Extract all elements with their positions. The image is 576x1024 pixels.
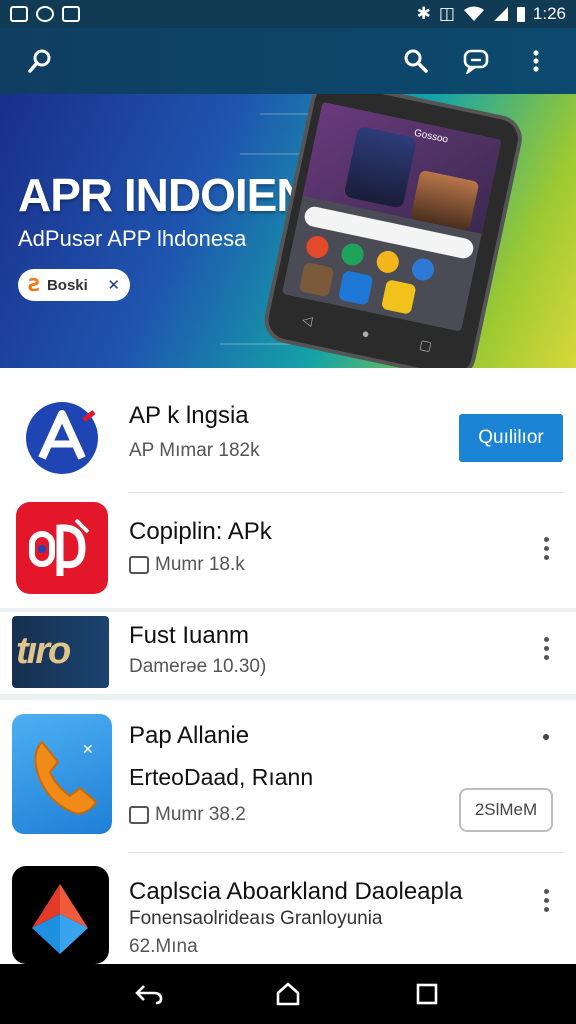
home-icon	[276, 982, 300, 1006]
app-list: AP k lngsia AP Mımar 182k Quılilıor Copi…	[0, 368, 576, 964]
chat-icon	[463, 49, 489, 74]
app-icon	[339, 241, 366, 268]
list-item[interactable]: ✕ Pap Allanie ErteoDaad, Rıann Mumr 38.2…	[0, 700, 576, 848]
more-vert-icon	[533, 50, 539, 72]
system-nav-bar	[0, 964, 576, 1024]
status-bar: ✱ ◫ 1:26	[0, 0, 576, 28]
app-title: Copiplin: APk	[129, 518, 272, 545]
app-meta: AP Mımar 182k	[129, 440, 260, 461]
list-item[interactable]: tıro Fust Iuanm Damerəe 10.30)	[0, 612, 576, 694]
app-title: AP k lngsia	[129, 402, 249, 429]
a-logo-icon	[14, 390, 110, 486]
phone-call-icon: ✕	[12, 714, 112, 834]
more-vert-icon[interactable]	[532, 526, 560, 570]
gallery-icon	[62, 6, 80, 22]
hero-pill-button[interactable]: Ꙅ Boski ✕	[18, 269, 130, 301]
divider	[128, 492, 564, 493]
back-button[interactable]	[125, 970, 173, 1018]
brand-icon: Ꙅ	[28, 274, 41, 295]
install-button[interactable]: Quılilıor	[459, 414, 563, 462]
divider	[128, 852, 564, 853]
arrow-logo-icon	[12, 866, 109, 964]
chat-button[interactable]	[454, 39, 498, 83]
app-meta: 62.Mına	[129, 936, 198, 957]
app-subtitle: Fonensaolrideaıs Granloyunia	[129, 908, 383, 929]
app-meta: Mumr 38.2	[155, 804, 246, 825]
download-icon	[129, 556, 149, 574]
back-icon	[135, 985, 163, 1005]
search-icon[interactable]	[18, 39, 62, 83]
hero-subtitle: AdPusər APP lhdonesa	[18, 226, 247, 251]
svg-text:✕: ✕	[82, 742, 94, 758]
recents-button[interactable]	[403, 970, 451, 1018]
hero-banner[interactable]: APR INDOIENSIA AdPusər APP lhdonesa Ꙅ Bo…	[0, 94, 576, 368]
app-icon	[374, 248, 401, 275]
more-options-button[interactable]	[514, 39, 558, 83]
app-icon	[409, 256, 437, 283]
notification-icon	[36, 6, 54, 22]
recents-icon: ▢	[418, 336, 434, 354]
home-button[interactable]	[264, 970, 312, 1018]
app-title: Caplscia Aboarkland Daoleapla	[129, 878, 463, 905]
list-item[interactable]: Copiplin: APk Mumr 18.k	[0, 494, 576, 608]
wifi-icon	[463, 6, 484, 21]
tiro-logo-icon: tıro	[12, 616, 109, 688]
home-icon: ●	[360, 324, 372, 342]
vibrate-icon: ◫	[438, 4, 455, 23]
search-icon	[404, 49, 428, 73]
download-button[interactable]: 2SlMeM	[459, 788, 553, 832]
red-app-icon	[16, 502, 108, 594]
phone-mockup: Gossoo ◁ ● ▢	[260, 94, 570, 368]
more-vert-icon[interactable]	[532, 626, 560, 670]
app-bar	[0, 28, 576, 94]
more-icon[interactable]	[543, 734, 549, 740]
thumbnail-image	[380, 279, 417, 315]
image-icon	[10, 6, 28, 22]
signal-icon	[493, 7, 508, 21]
more-vert-icon[interactable]	[532, 878, 560, 922]
close-icon[interactable]: ✕	[107, 276, 120, 294]
app-meta: Mumr 18.k	[155, 554, 245, 575]
recents-icon	[416, 983, 437, 1005]
app-title: Fust Iuanm	[129, 622, 250, 649]
bluetooth-icon: ✱	[416, 4, 431, 23]
thumbnail-image	[337, 270, 374, 306]
app-icon	[304, 233, 331, 261]
app-title: Pap Allanie	[129, 722, 250, 749]
back-icon: ◁	[300, 311, 314, 329]
status-time: 1:26	[532, 4, 566, 23]
thumbnail-image	[298, 261, 335, 298]
hero-pill-label: Boski	[46, 276, 88, 294]
list-item[interactable]: AP k lngsia AP Mımar 182k Quılilıor	[0, 368, 576, 492]
battery-icon	[516, 6, 525, 22]
app-meta-row: Mumr 18.k	[129, 554, 245, 576]
app-meta: Damerəe 10.30)	[129, 656, 267, 677]
app-subtitle: ErteoDaad, Rıann	[129, 764, 314, 790]
list-item[interactable]: Caplscia Aboarkland Daoleapla Fonensaolr…	[0, 854, 576, 964]
app-meta-row: Mumr 38.2	[129, 804, 246, 826]
search-button[interactable]	[394, 39, 438, 83]
download-icon	[129, 806, 149, 824]
